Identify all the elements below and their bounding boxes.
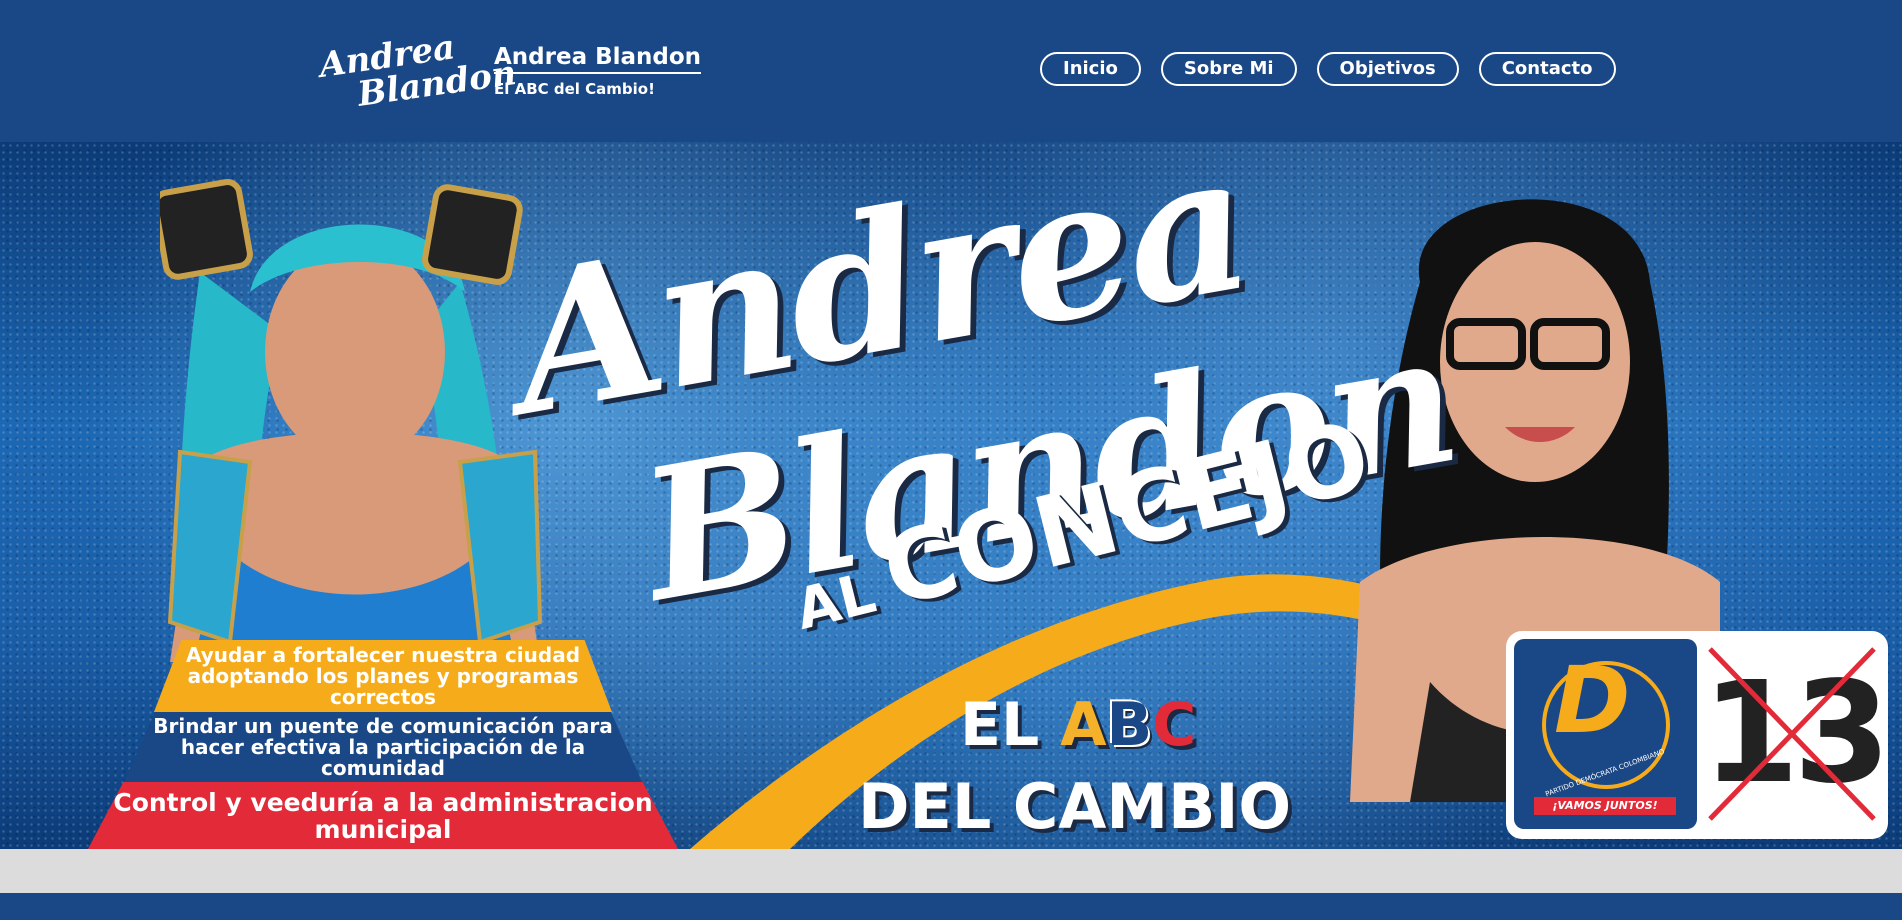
footer-band bbox=[0, 893, 1902, 920]
goal-item: Control y veeduría a la administracion m… bbox=[88, 782, 678, 849]
goal-item: Brindar un puente de comunicación para h… bbox=[124, 712, 642, 782]
del-cambio: DEL CAMBIO bbox=[858, 770, 1292, 843]
party-logo: D PARTIDO DEMÓCRATA COLOMBIANO ¡VAMOS JU… bbox=[1514, 639, 1697, 829]
nav-contacto[interactable]: Contacto bbox=[1478, 52, 1616, 86]
brand: Andrea Blandon El ABC del Cambio! bbox=[494, 44, 702, 98]
goal-item: Ayudar a fortalecer nuestra ciudad adopt… bbox=[154, 640, 612, 712]
party-ballot-badge: D PARTIDO DEMÓCRATA COLOMBIANO ¡VAMOS JU… bbox=[1506, 631, 1891, 839]
party-letter: D bbox=[1554, 647, 1631, 754]
nav-objetivos[interactable]: Objetivos bbox=[1316, 52, 1459, 86]
goals-pyramid: Ayudar a fortalecer nuestra ciudad adopt… bbox=[88, 640, 678, 849]
hero-banner: Andrea Blandon ALCONCEJO EL ABC DEL CAMB… bbox=[0, 142, 1902, 849]
abc-tagline: EL ABC bbox=[960, 690, 1196, 760]
main-nav: Inicio Sobre Mi Objetivos Contacto bbox=[1040, 52, 1616, 86]
al-word: AL bbox=[789, 560, 882, 643]
brand-subtitle: El ABC del Cambio! bbox=[494, 80, 655, 98]
logo-script[interactable]: Andrea Blandon bbox=[317, 27, 519, 129]
brand-title[interactable]: Andrea Blandon bbox=[494, 44, 702, 74]
gray-band bbox=[0, 849, 1902, 893]
abc-prefix: EL bbox=[960, 690, 1061, 760]
nav-inicio[interactable]: Inicio bbox=[1040, 52, 1141, 86]
party-slogan: ¡VAMOS JUNTOS! bbox=[1534, 797, 1676, 815]
vote-x-icon bbox=[1708, 647, 1876, 821]
site-header: Andrea Blandon Andrea Blandon El ABC del… bbox=[0, 0, 1902, 142]
abc-letter-b: B bbox=[1106, 690, 1153, 760]
abc-letter-a: A bbox=[1060, 690, 1107, 760]
nav-sobre-mi[interactable]: Sobre Mi bbox=[1160, 52, 1297, 86]
abc-letter-c: C bbox=[1152, 690, 1197, 760]
